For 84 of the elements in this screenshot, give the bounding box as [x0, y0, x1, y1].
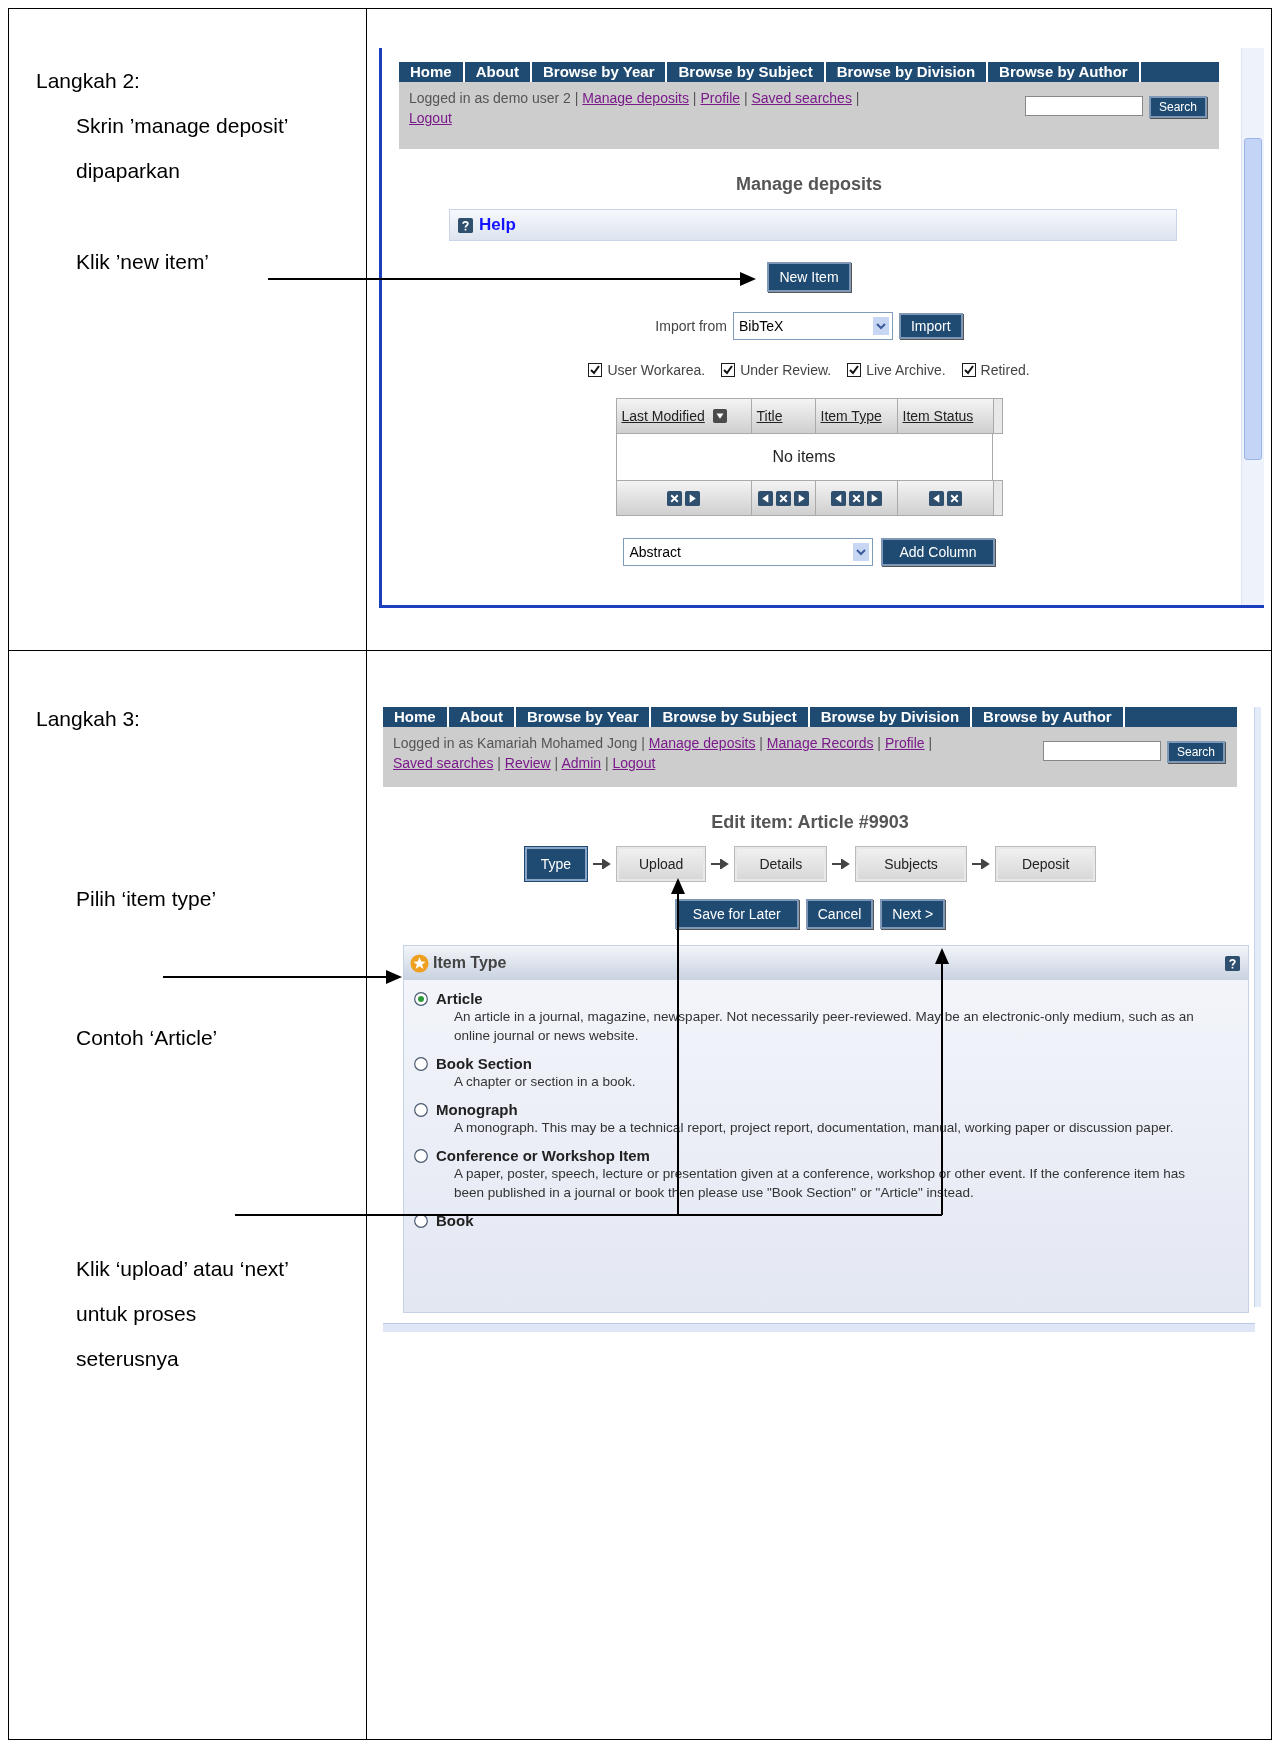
link[interactable]: Profile	[884, 735, 925, 751]
checkbox[interactable]	[588, 363, 603, 377]
column-select[interactable]: Abstract	[623, 538, 874, 566]
search-field[interactable]	[1024, 96, 1143, 116]
dropdown-icon	[853, 543, 870, 561]
step-heading: Langkah 3:	[36, 706, 141, 732]
column-header-link[interactable]: Item Status	[902, 408, 974, 424]
checkbox-label: Retired.	[980, 362, 1030, 378]
close-icon[interactable]	[775, 490, 791, 506]
radio-button[interactable]	[414, 1102, 428, 1117]
checkbox-label: Live Archive.	[866, 362, 946, 378]
import-label: Import from	[655, 318, 727, 334]
stage-tab[interactable]: Type	[524, 847, 587, 881]
scrollbar[interactable]	[1254, 707, 1261, 1307]
checkbox[interactable]	[961, 363, 976, 377]
login-status: Logged in as Kamariah Mohamed Jong | Manage deposits | Manage Records | Profile | Saved searches | Review | Admin | Logout	[393, 734, 933, 773]
format-select[interactable]: BibTeX	[732, 312, 893, 340]
checkbox-label: User Workarea.	[607, 362, 706, 378]
instruction-text: Skrin ’manage deposit’ dipaparkan	[76, 113, 290, 184]
option-description: A chapter or section in a book.	[454, 1073, 637, 1091]
option-label: Article	[436, 990, 483, 1007]
right-arrow-icon	[971, 859, 990, 869]
help-icon	[458, 217, 473, 233]
scrollbar[interactable]	[1241, 48, 1264, 605]
instruction-text: Pilih ‘item type’	[76, 886, 218, 912]
action-button[interactable]: Cancel	[805, 899, 874, 929]
stage-tab[interactable]: Details	[735, 847, 827, 881]
right-arrow-icon	[832, 859, 851, 869]
radio-button[interactable]	[414, 991, 428, 1006]
link[interactable]: Saved searches	[393, 755, 494, 771]
link[interactable]: Manage deposits	[648, 735, 756, 751]
empty-message: No items	[772, 448, 836, 466]
search-button[interactable]: Search	[1148, 96, 1207, 118]
sort-down-icon[interactable]	[712, 409, 727, 423]
new-item-button[interactable]: New Item	[767, 262, 851, 292]
right-arrow-icon	[593, 859, 611, 869]
column-header-link[interactable]: Last Modified	[621, 408, 705, 424]
column-header-link[interactable]: Item Type	[820, 408, 882, 424]
stage-tab[interactable]: Upload	[617, 847, 706, 881]
action-button[interactable]: Next >	[880, 899, 946, 929]
page-title: Edit item: Article #9903	[710, 812, 910, 833]
dropdown-icon	[872, 317, 889, 335]
link[interactable]: Logout	[409, 110, 452, 126]
checkbox[interactable]	[721, 363, 736, 377]
panel-title: Item Type	[433, 954, 508, 972]
login-status: Logged in as demo user 2 | Manage deposits | Profile | Saved searches | Logout	[409, 89, 861, 128]
page-title: Manage deposits	[735, 174, 883, 195]
option-label: Book Section	[436, 1055, 532, 1072]
radio-button[interactable]	[414, 1148, 428, 1163]
link[interactable]: Review	[504, 755, 551, 771]
checkbox-label: Under Review.	[740, 362, 832, 378]
right-arrow-icon	[711, 859, 730, 869]
help-link[interactable]: Help	[479, 215, 516, 235]
table-gutter	[993, 481, 1002, 515]
close-icon[interactable]	[667, 490, 682, 506]
link[interactable]: Manage Records	[766, 735, 874, 751]
stage-tab[interactable]: Subjects	[856, 847, 966, 881]
link[interactable]: Profile	[700, 90, 741, 106]
link[interactable]: Admin	[561, 755, 602, 771]
checkbox[interactable]	[847, 363, 862, 377]
table-gutter	[993, 399, 1002, 433]
option-label: Conference or Workshop Item	[436, 1147, 650, 1164]
instruction-text: Klik ’new item’	[76, 249, 211, 275]
stage-tab[interactable]: Deposit	[995, 847, 1096, 881]
add-column-button[interactable]: Add Column	[881, 538, 995, 566]
link[interactable]: Logout	[612, 755, 656, 771]
link[interactable]: Manage deposits	[582, 90, 689, 106]
option-label: Monograph	[436, 1101, 518, 1118]
close-icon[interactable]	[848, 490, 864, 506]
search-button[interactable]: Search	[1166, 741, 1225, 763]
scrollbar[interactable]	[383, 1323, 1255, 1332]
help-bar[interactable]: Help	[449, 209, 1177, 241]
instruction-text: Contoh ‘Article’	[76, 1025, 219, 1051]
instruction-text: Klik ‘upload’ atau ‘next’ untuk proses seterusnya	[76, 1256, 290, 1372]
link[interactable]: Saved searches	[751, 90, 852, 106]
step-heading: Langkah 2:	[36, 68, 141, 94]
search-field[interactable]	[1042, 741, 1161, 761]
radio-button[interactable]	[414, 1056, 428, 1071]
action-button[interactable]: Save for Later	[674, 899, 799, 929]
help-icon[interactable]	[1225, 955, 1240, 971]
option-label: Book	[436, 1212, 474, 1229]
import-button[interactable]: Import	[898, 313, 963, 339]
close-icon[interactable]	[946, 490, 962, 506]
column-header-link[interactable]: Title	[756, 408, 783, 424]
